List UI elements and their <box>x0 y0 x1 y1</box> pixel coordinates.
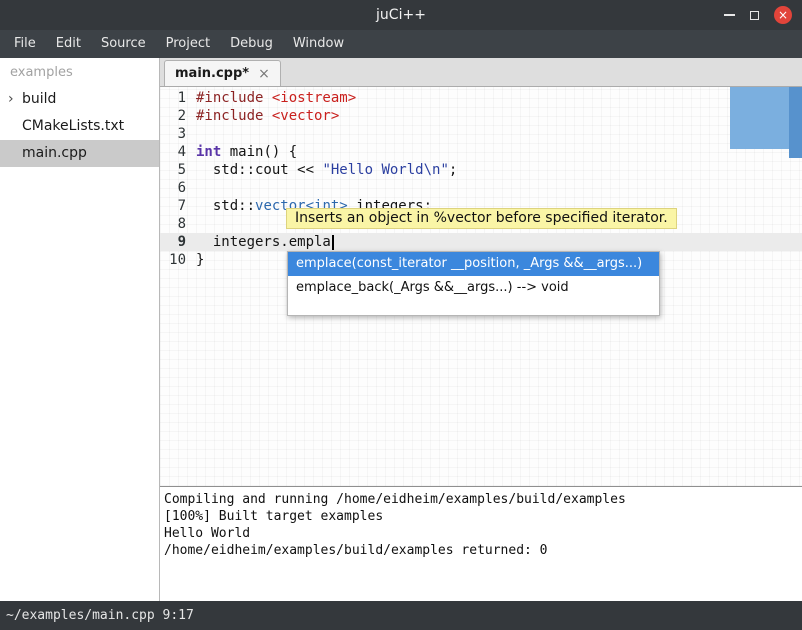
code-line-6: 6 <box>160 179 802 197</box>
code-line-9-current: 9 integers.empla <box>160 233 802 251</box>
tree-item-label: CMakeLists.txt <box>22 118 124 134</box>
project-name-label: examples <box>0 58 159 86</box>
window-controls: × <box>724 0 792 30</box>
code-line-5: 5 std::cout << "Hello World\n"; <box>160 161 802 179</box>
doc-tooltip: Inserts an object in %vector before spec… <box>286 208 677 229</box>
restore-icon[interactable] <box>750 11 759 20</box>
menu-file[interactable]: File <box>4 30 46 58</box>
juci-window: juCi++ × File Edit Source Project Debug … <box>0 0 802 630</box>
code-token: } <box>196 251 204 269</box>
code-token: <iostream> <box>272 90 356 106</box>
statusbar: ~/examples/main.cpp 9:17 <box>0 601 802 630</box>
code-token: int <box>196 144 221 160</box>
code-token: "Hello World\n" <box>322 162 448 178</box>
menu-edit[interactable]: Edit <box>46 30 91 58</box>
code-token: #include <box>196 108 272 124</box>
menubar: File Edit Source Project Debug Window <box>0 30 802 58</box>
code-line-1: 1 #include <iostream> <box>160 89 802 107</box>
close-icon[interactable]: × <box>774 6 792 24</box>
file-tree-panel: examples › build CMakeLists.txt main.cpp <box>0 58 160 601</box>
code-line-2: 2 #include <vector> <box>160 107 802 125</box>
titlebar[interactable]: juCi++ × <box>0 0 802 30</box>
minimize-icon[interactable] <box>724 14 735 16</box>
line-number: 3 <box>160 125 193 143</box>
terminal-line: Hello World <box>164 525 802 542</box>
code-token: std::cout << <box>196 162 322 178</box>
completion-item-emplace-back[interactable]: emplace_back(_Args &&__args...) --> void <box>288 276 659 300</box>
completion-item-emplace[interactable]: emplace(const_iterator __position, _Args… <box>288 252 659 276</box>
line-number: 7 <box>160 197 193 215</box>
terminal-line: [100%] Built target examples <box>164 508 802 525</box>
line-number: 9 <box>160 233 193 251</box>
minimap[interactable] <box>730 87 789 149</box>
line-number: 10 <box>160 251 193 269</box>
line-number: 2 <box>160 107 193 125</box>
code-token: ; <box>449 162 457 178</box>
menu-project[interactable]: Project <box>156 30 220 58</box>
scrollbar-thumb[interactable] <box>789 87 802 158</box>
status-file-position: ~/examples/main.cpp 9:17 <box>6 608 194 623</box>
terminal-output[interactable]: Compiling and running /home/eidheim/exam… <box>160 487 802 601</box>
line-number: 1 <box>160 89 193 107</box>
line-number: 6 <box>160 179 193 197</box>
terminal-line: Compiling and running /home/eidheim/exam… <box>164 491 802 508</box>
line-number: 4 <box>160 143 193 161</box>
tab-label: main.cpp* <box>175 66 249 81</box>
menu-window[interactable]: Window <box>283 30 354 58</box>
autocomplete-popup: emplace(const_iterator __position, _Args… <box>287 251 660 316</box>
code-token: #include <box>196 90 272 106</box>
terminal-line: /home/eidheim/examples/build/examples re… <box>164 542 802 559</box>
tree-item-cmakelists[interactable]: CMakeLists.txt <box>0 113 159 140</box>
tab-close-icon[interactable]: × <box>258 67 270 81</box>
code-editor[interactable]: 1 #include <iostream> 2 #include <vector… <box>160 87 802 486</box>
code-token: main() { <box>221 144 297 160</box>
line-number: 5 <box>160 161 193 179</box>
menu-source[interactable]: Source <box>91 30 156 58</box>
text-cursor <box>332 235 334 250</box>
code-token: std:: <box>196 198 255 214</box>
tree-item-main-cpp[interactable]: main.cpp <box>0 140 159 167</box>
code-token: integers.empla <box>196 234 331 250</box>
code-line-4: 4 int main() { <box>160 143 802 161</box>
main-area: examples › build CMakeLists.txt main.cpp… <box>0 58 802 601</box>
tabbar: main.cpp* × <box>160 58 802 87</box>
window-title: juCi++ <box>0 0 802 30</box>
expander-icon[interactable]: › <box>8 86 14 113</box>
tree-item-label: main.cpp <box>22 145 87 161</box>
code-token: <vector> <box>272 108 339 124</box>
content-column: main.cpp* × 1 #include <iostream> 2 #inc… <box>160 58 802 601</box>
tree-item-label: build <box>22 91 56 107</box>
code-lines: 1 #include <iostream> 2 #include <vector… <box>160 87 802 269</box>
code-line-3: 3 <box>160 125 802 143</box>
tree-item-build[interactable]: › build <box>0 86 159 113</box>
line-number: 8 <box>160 215 193 233</box>
menu-debug[interactable]: Debug <box>220 30 283 58</box>
tab-main-cpp[interactable]: main.cpp* × <box>164 60 281 86</box>
